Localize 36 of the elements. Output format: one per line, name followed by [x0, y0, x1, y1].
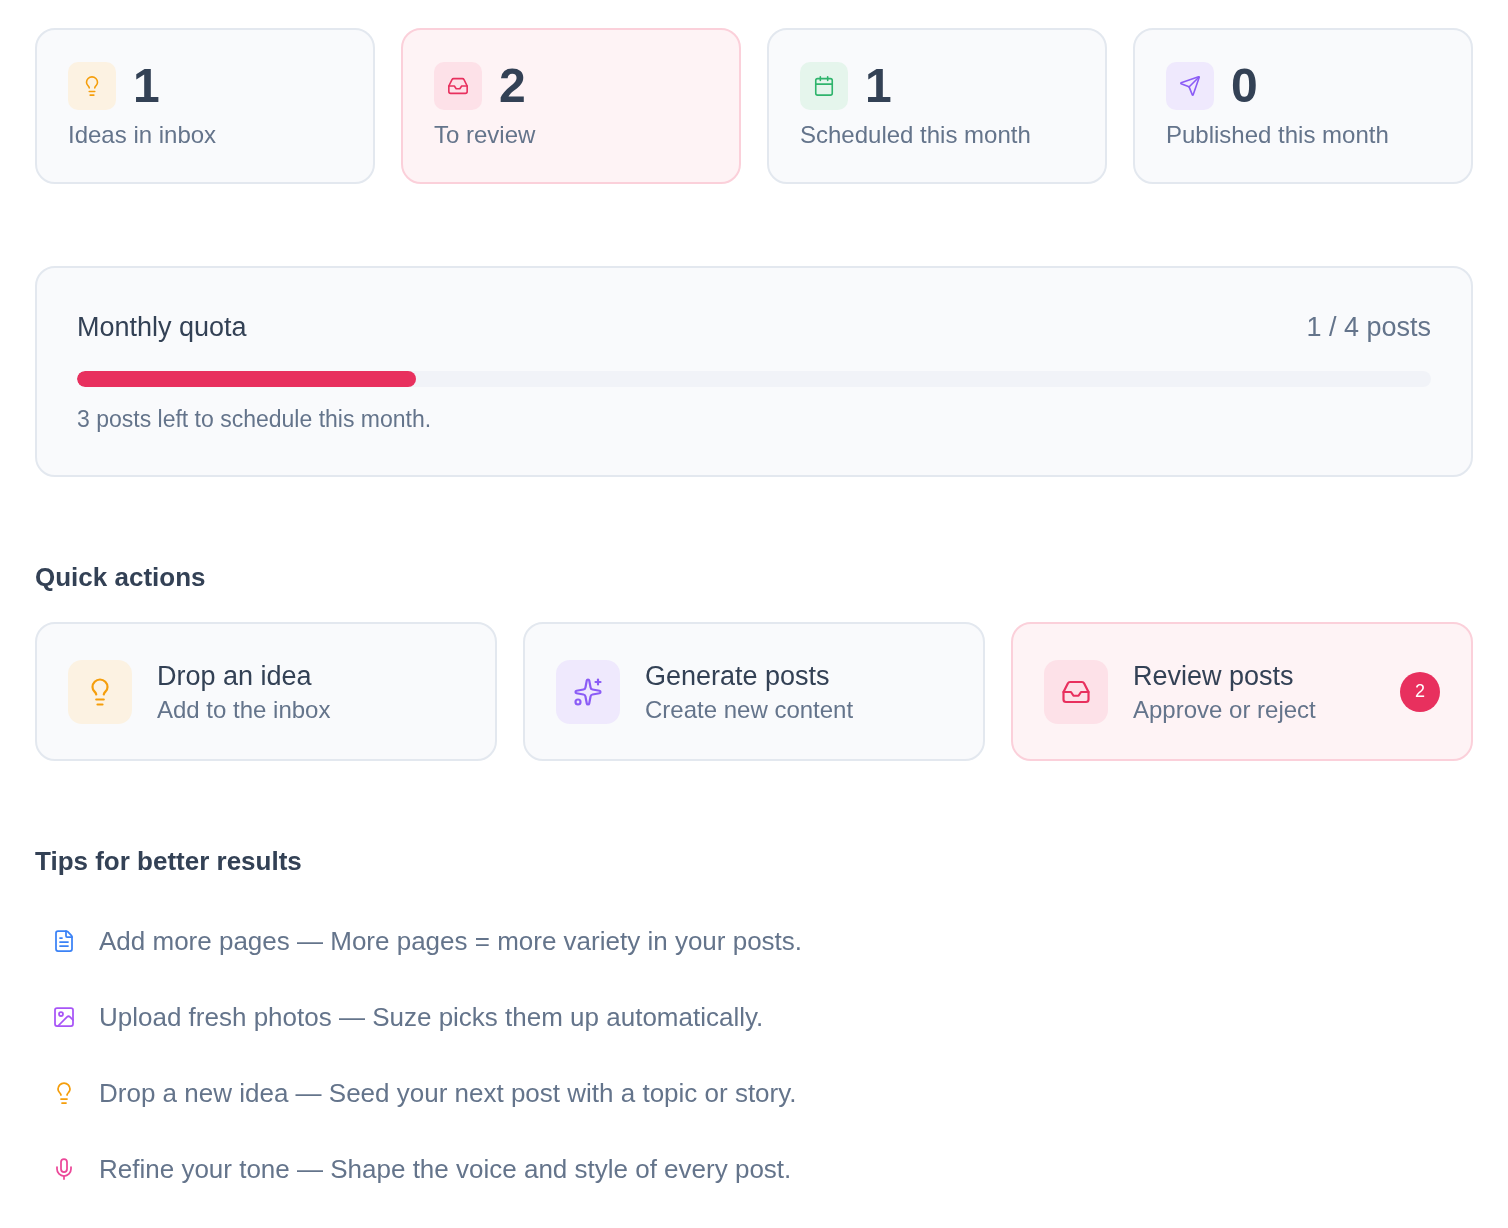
- lightbulb-icon: [68, 659, 132, 724]
- action-subtitle: Approve or reject: [1133, 694, 1317, 725]
- tip-text: Upload fresh photos — Suze picks them up automatically.: [99, 1001, 764, 1034]
- quota-title: Monthly quota: [77, 311, 247, 344]
- stat-label: Scheduled this month: [800, 120, 1032, 150]
- inbox-tray-icon: [434, 62, 482, 110]
- section-heading: Quick actions: [35, 561, 207, 594]
- stat-label: Published this month: [1166, 120, 1390, 150]
- document-icon: [52, 929, 76, 953]
- quota-note: 3 posts left to schedule this month.: [77, 405, 433, 434]
- action-title: Drop an idea: [157, 659, 313, 693]
- quick-action-card[interactable]: Review posts Approve or reject 2: [1011, 622, 1473, 761]
- action-subtitle: Create new content: [645, 694, 855, 725]
- stat-value: 1: [133, 62, 160, 110]
- action-title: Generate posts: [645, 659, 831, 693]
- stat-value: 1: [865, 62, 892, 110]
- calendar-icon: [800, 62, 848, 110]
- quick-action-card[interactable]: Drop an idea Add to the inbox: [35, 622, 497, 761]
- action-title: Review posts: [1133, 659, 1295, 693]
- quota-reading: 1 / 4 posts: [1306, 311, 1431, 344]
- stat-label: To review: [434, 120, 537, 150]
- lightbulb-icon: [68, 62, 116, 110]
- section-heading: Tips for better results: [35, 845, 303, 878]
- sparkles-icon: [556, 659, 620, 724]
- paper-plane-icon: [1166, 62, 1214, 110]
- image-icon: [52, 1005, 76, 1029]
- stat-label: Ideas in inbox: [68, 120, 218, 150]
- tip-text: Refine your tone — Shape the voice and style of every post.: [99, 1153, 792, 1186]
- notification-count: 2: [1400, 671, 1440, 712]
- quick-action-card[interactable]: Generate posts Create new content: [523, 622, 985, 761]
- stat-value: 2: [499, 62, 526, 110]
- tip-text: Drop a new idea — Seed your next post with a topic or story.: [99, 1077, 797, 1110]
- stat-value: 0: [1231, 62, 1258, 110]
- tip-text: Add more pages — More pages = more variety in your posts.: [99, 925, 803, 958]
- action-subtitle: Add to the inbox: [157, 694, 332, 725]
- inbox-tray-icon: [1044, 659, 1108, 724]
